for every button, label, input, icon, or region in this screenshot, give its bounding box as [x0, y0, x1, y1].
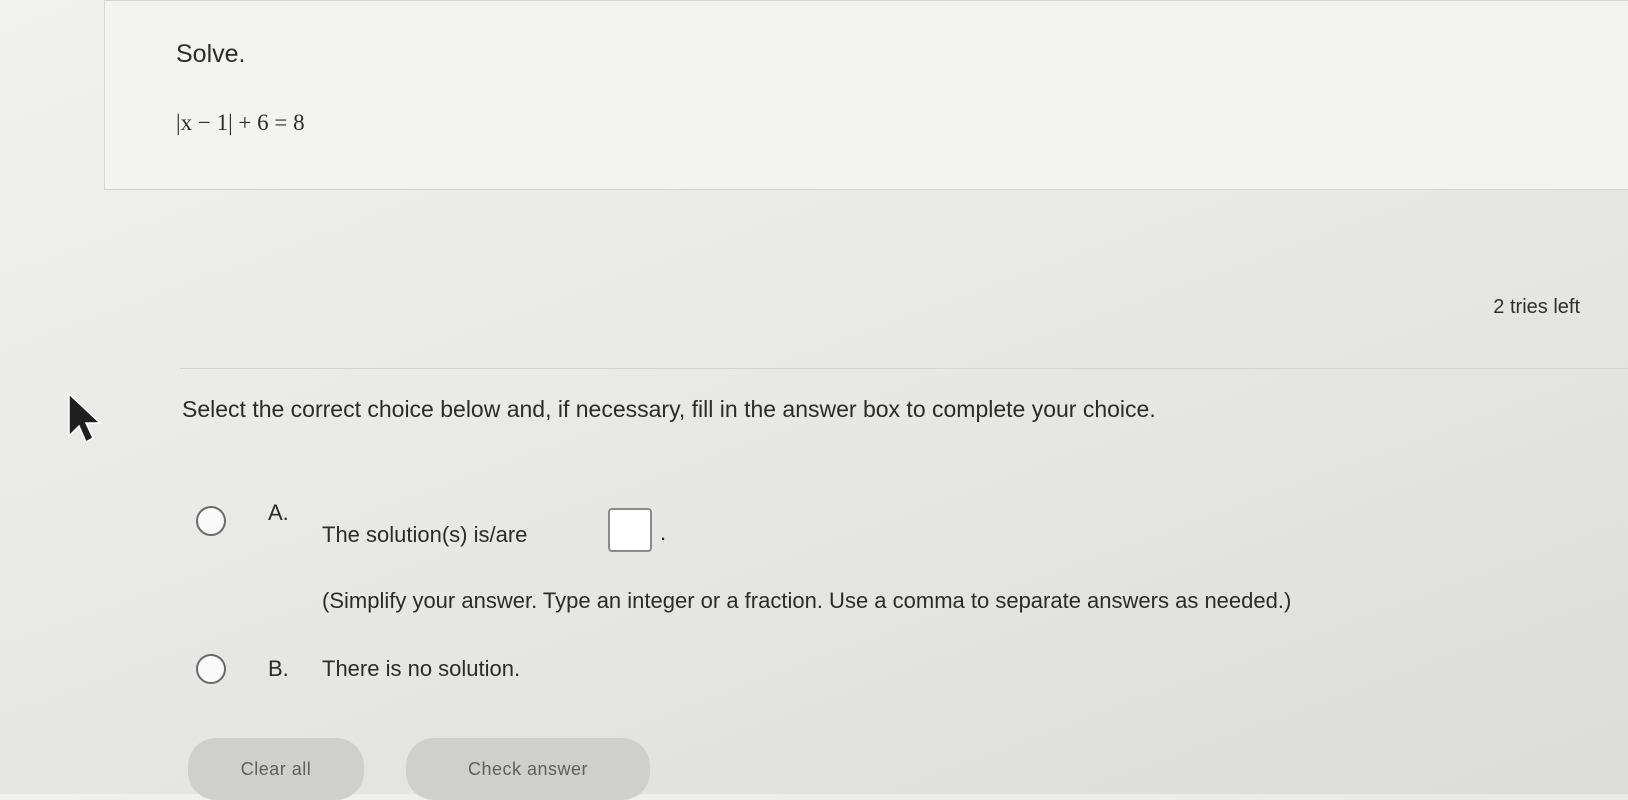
- choice-a-hint: (Simplify your answer. Type an integer o…: [322, 588, 1292, 613]
- clear-all-button[interactable]: Clear all: [188, 738, 364, 800]
- problem-equation: |x − 1| + 6 = 8: [176, 110, 305, 135]
- check-answer-button[interactable]: Check answer: [406, 738, 650, 800]
- problem-instruction: Solve.: [176, 40, 246, 68]
- choice-b-letter: B.: [268, 656, 289, 681]
- radio-circle-icon[interactable]: [196, 654, 226, 684]
- divider: [180, 368, 1628, 369]
- choice-b-text[interactable]: There is no solution.: [322, 656, 520, 682]
- choice-b-radio[interactable]: [196, 654, 226, 684]
- choice-a-text[interactable]: The solution(s) is/are: [322, 522, 527, 548]
- question-prompt: Select the correct choice below and, if …: [182, 396, 1156, 422]
- mouse-cursor-icon: [68, 392, 102, 444]
- radio-circle-icon[interactable]: [196, 506, 226, 536]
- choice-a-period: .: [660, 520, 667, 545]
- choice-a-radio[interactable]: [196, 506, 226, 536]
- problem-card: [104, 0, 1628, 190]
- answer-input-box[interactable]: [608, 508, 652, 552]
- choice-a-letter: A.: [268, 500, 289, 525]
- tries-left-status: 2 tries left: [1493, 296, 1580, 318]
